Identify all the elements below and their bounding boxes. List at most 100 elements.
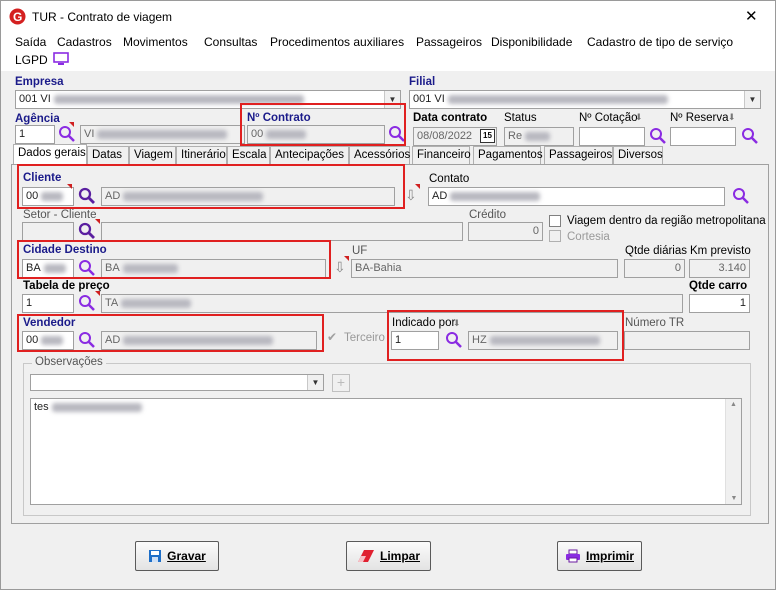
limpar-label: Limpar <box>379 549 420 563</box>
search-icon[interactable] <box>732 187 750 205</box>
cotacao-label: Nº Cotação <box>579 112 638 124</box>
search-icon[interactable] <box>78 222 96 240</box>
tab-acessorios[interactable]: Acessórios <box>349 146 410 164</box>
filial-label: Filial <box>409 76 436 88</box>
status-value: Re <box>508 130 523 142</box>
observacoes-textarea[interactable]: tes ▲ ▼ <box>30 398 742 505</box>
chevron-down-icon[interactable]: ▼ <box>744 91 760 108</box>
km-field: 3.140 <box>689 259 750 278</box>
window-title: TUR - Contrato de viagem <box>32 10 173 24</box>
terceiro-label: Terceiro <box>344 332 385 344</box>
eraser-icon <box>357 550 374 562</box>
metro-label: Viagem dentro da região metropolitana <box>567 215 766 227</box>
metro-checkbox[interactable] <box>549 215 561 227</box>
menu-tipo-servico[interactable]: Cadastro de tipo de serviço <box>587 35 733 49</box>
carro-input[interactable]: 1 <box>689 294 750 313</box>
menu-cadastros[interactable]: Cadastros <box>57 35 112 49</box>
gravar-button[interactable]: Gravar <box>135 541 219 571</box>
terceiro-check-icon[interactable]: ✔ <box>327 330 337 344</box>
required-marker <box>95 219 100 224</box>
observacoes-label: Observações <box>32 356 106 368</box>
highlight-cidade <box>17 240 331 279</box>
menu-lgpd[interactable]: LGPD <box>15 53 48 67</box>
tab-antecipacoes[interactable]: Antecipações <box>270 146 349 164</box>
imprimir-label: Imprimir <box>585 549 634 563</box>
status-label: Status <box>504 112 537 124</box>
required-marker <box>95 291 100 296</box>
tab-financeiro[interactable]: Financeiro <box>412 146 471 164</box>
limpar-button[interactable]: Limpar <box>346 541 431 571</box>
observacoes-type-select[interactable]: ▼ <box>30 374 324 391</box>
close-icon[interactable]: ✕ <box>745 7 758 25</box>
tabela-code-input[interactable]: 1 <box>22 294 74 313</box>
uf-label: UF <box>352 245 368 257</box>
highlight-indicado <box>387 310 624 361</box>
contato-label: Contato <box>429 173 470 185</box>
tab-escala[interactable]: Escala <box>227 146 270 164</box>
agencia-label: Agência <box>15 113 60 125</box>
menu-disponibilidade[interactable]: Disponibilidade <box>491 35 572 49</box>
reserva-label: Nº Reserva <box>670 112 729 124</box>
diarias-field: 0 <box>624 259 685 278</box>
imprimir-button[interactable]: Imprimir <box>557 541 642 571</box>
tab-pagamentos[interactable]: Pagamentos <box>473 146 543 164</box>
agencia-name-value: VI <box>84 128 95 140</box>
setor-label: Setor - Cliente <box>23 209 97 221</box>
chevron-down-icon[interactable]: ▼ <box>307 375 323 390</box>
calendar-icon[interactable]: 15 <box>480 129 495 143</box>
arrow-down-icon[interactable]: ⇩ <box>405 187 417 204</box>
km-label: Km previsto <box>690 245 751 257</box>
filial-select[interactable]: 001 VI ▼ <box>409 90 761 109</box>
title-bar: G TUR - Contrato de viagem ✕ <box>1 1 775 31</box>
search-icon[interactable] <box>78 294 96 312</box>
tab-itinerario[interactable]: Itinerário <box>176 146 227 164</box>
credito-field: 0 <box>468 222 543 241</box>
menu-movimentos[interactable]: Movimentos <box>123 35 188 49</box>
required-marker <box>344 256 349 261</box>
main-window: G TUR - Contrato de viagem ✕ Saída Cadas… <box>0 0 776 590</box>
add-icon[interactable]: + <box>332 374 350 392</box>
printer-icon <box>565 549 580 563</box>
reserva-input[interactable] <box>670 127 736 146</box>
search-icon[interactable] <box>649 127 667 145</box>
menu-bar: Saída Cadastros Movimentos Consultas Pro… <box>1 31 775 71</box>
uf-field: BA-Bahia <box>351 259 618 278</box>
search-icon[interactable] <box>741 127 759 145</box>
setor-code-input[interactable] <box>22 222 74 241</box>
menu-consultas[interactable]: Consultas <box>204 35 257 49</box>
svg-text:G: G <box>13 10 22 24</box>
menu-passageiros[interactable]: Passageiros <box>416 35 482 49</box>
tab-viagem[interactable]: Viagem <box>129 146 176 164</box>
highlight-vendedor <box>17 314 324 352</box>
observacoes-value: tes <box>34 401 49 413</box>
tab-passageiros[interactable]: Passageiros <box>544 146 613 164</box>
search-icon[interactable] <box>58 125 76 143</box>
data-contrato-label: Data contrato <box>413 112 488 124</box>
cortesia-checkbox[interactable] <box>549 230 561 242</box>
carro-label: Qtde carro <box>689 280 748 292</box>
cotacao-input[interactable] <box>579 127 645 146</box>
tab-datas[interactable]: Datas <box>87 146 129 164</box>
scrollbar[interactable]: ▲ ▼ <box>725 399 741 504</box>
credito-label: Crédito <box>469 209 507 221</box>
agencia-name-field: VI <box>80 125 245 144</box>
contato-input[interactable]: AD <box>428 187 725 206</box>
agencia-code-input[interactable]: 1 <box>15 125 55 144</box>
menu-procedimentos[interactable]: Procedimentos auxiliares <box>270 35 404 49</box>
sort-arrow-icon: ⬇ <box>728 112 736 122</box>
data-contrato-value: 08/08/2022 <box>417 130 473 142</box>
save-icon <box>149 550 162 562</box>
required-marker <box>415 184 420 189</box>
arrow-down-icon[interactable]: ⇩ <box>334 259 346 276</box>
empresa-value: 001 VI <box>19 93 51 105</box>
tab-diversos[interactable]: Diversos <box>613 146 663 164</box>
status-field: Re <box>504 127 574 146</box>
cortesia-label: Cortesia <box>567 231 610 243</box>
monitor-icon[interactable] <box>53 52 69 66</box>
highlight-cliente <box>17 164 405 209</box>
menu-saida[interactable]: Saída <box>15 35 46 49</box>
tab-dados-gerais[interactable]: Dados gerais <box>13 144 87 165</box>
app-logo-icon: G <box>9 8 26 25</box>
contato-value: AD <box>432 190 448 202</box>
numtr-label: Número TR <box>625 317 685 329</box>
